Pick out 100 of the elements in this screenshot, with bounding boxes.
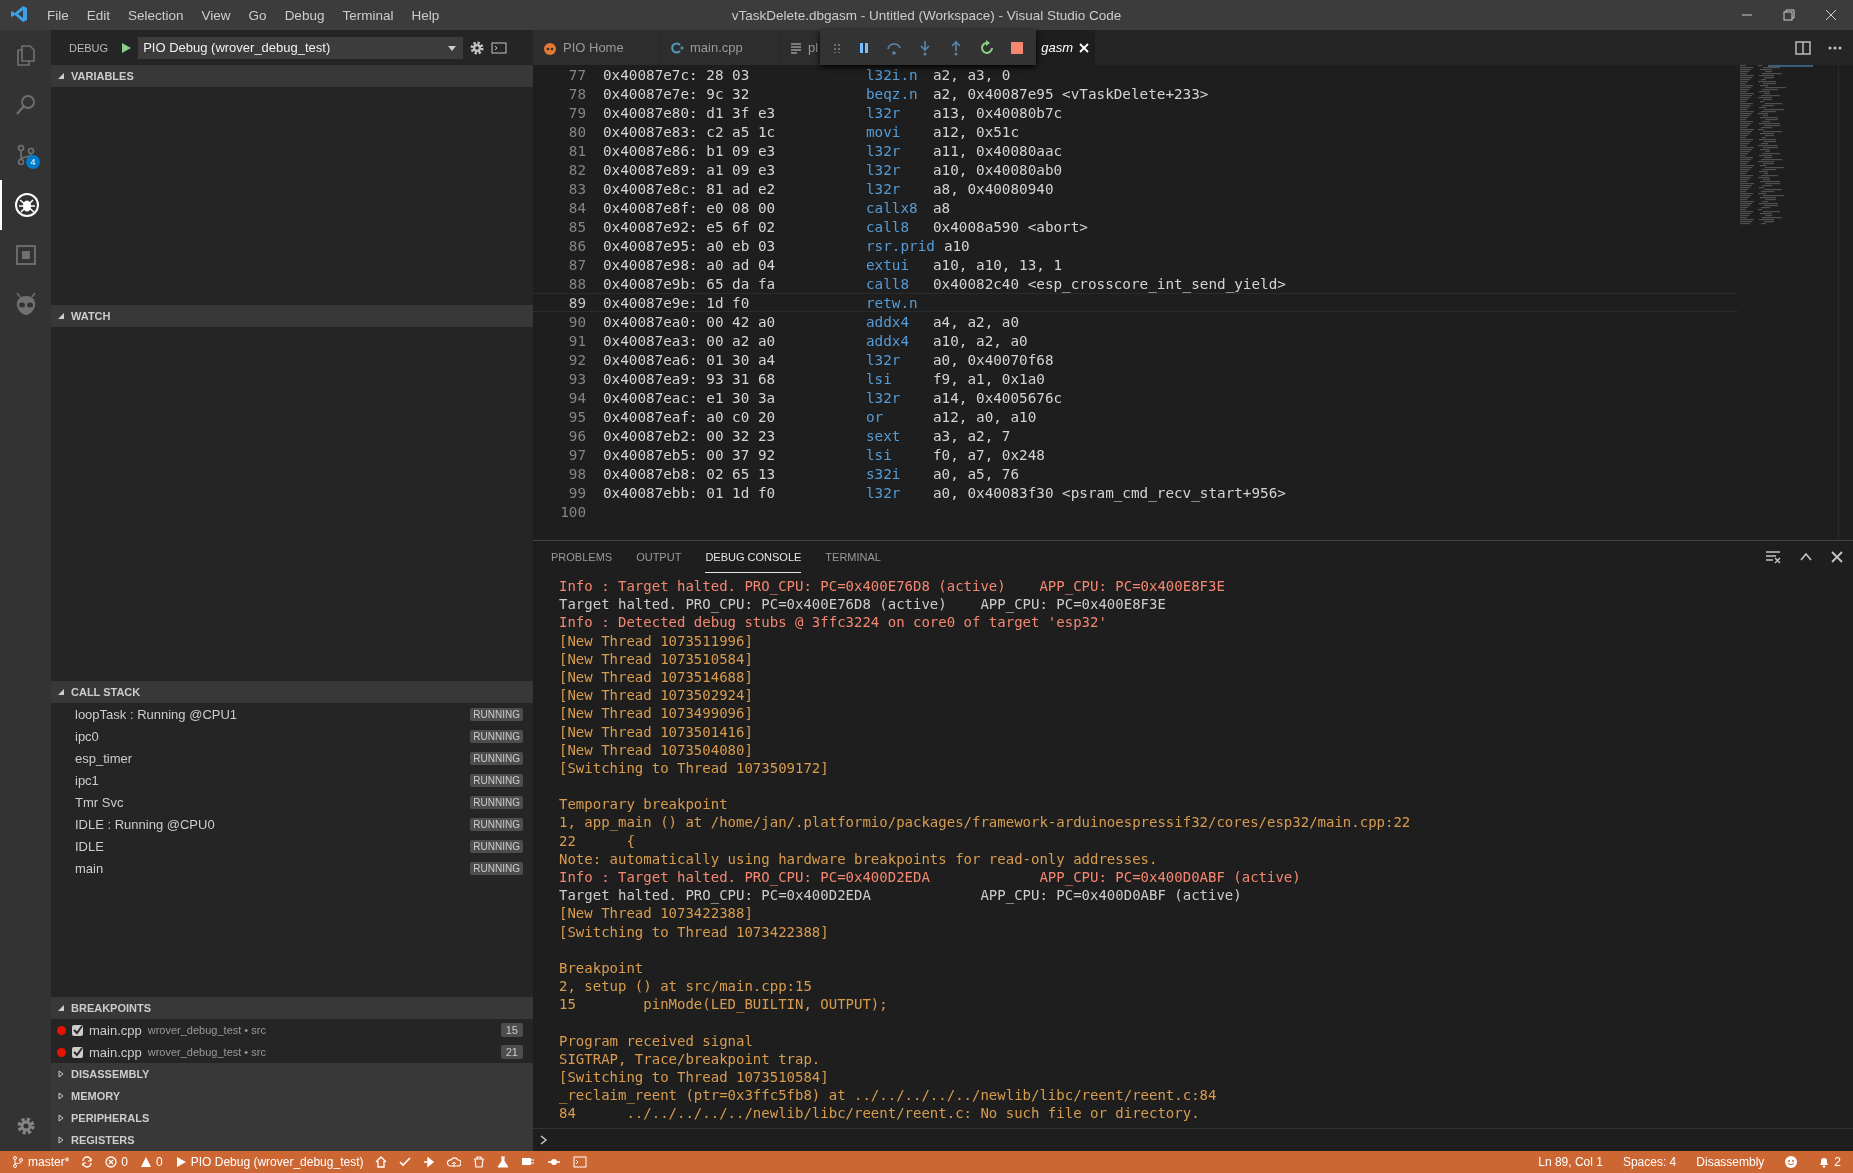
status-item[interactable]: 0 <box>140 1155 163 1169</box>
checkbox[interactable] <box>72 1024 83 1036</box>
thread-item[interactable]: IDLE <box>75 838 471 854</box>
cloud-upload-icon[interactable] <box>447 1155 462 1169</box>
mnemonic: l32r <box>866 351 902 368</box>
smiley-icon[interactable] <box>1784 1155 1799 1169</box>
arrow-right-icon[interactable] <box>423 1156 436 1168</box>
mnemonic: s32i <box>866 465 902 482</box>
operands: f0, a7, 0x248 <box>933 446 1045 463</box>
status-item[interactable]: 0 <box>105 1155 129 1169</box>
split-editor-icon[interactable] <box>1795 39 1811 56</box>
search-icon[interactable] <box>13 93 38 117</box>
play-icon[interactable] <box>120 41 133 54</box>
debug-icon[interactable] <box>13 192 40 218</box>
menu-item[interactable]: Terminal <box>333 7 403 23</box>
status-item[interactable]: master* <box>12 1155 70 1169</box>
panel-tab[interactable]: PROBLEMS <box>551 541 613 573</box>
restart-icon[interactable] <box>979 39 996 56</box>
line-number: 92 <box>567 351 586 368</box>
console-line: Breakpoint <box>559 958 645 978</box>
terminal-icon[interactable] <box>573 1155 588 1169</box>
thread-item[interactable]: esp_timer <box>75 750 471 766</box>
panel-tab[interactable]: OUTPUT <box>636 541 682 573</box>
section-header[interactable]: REGISTERS <box>51 1129 533 1151</box>
mnemonic: lsi <box>866 370 893 387</box>
line-number: 85 <box>567 218 586 235</box>
operands: a2, a3, 0 <box>933 66 1011 83</box>
status-item[interactable]: PIO Debug (wrover_debug_test) <box>174 1155 364 1169</box>
editor-tab[interactable]: pl <box>780 30 820 65</box>
console-line: 15 pinMode(LED_BUILTIN, OUTPUT); <box>559 995 889 1014</box>
line-number: 79 <box>567 104 586 121</box>
section-header[interactable]: PERIPHERALS <box>51 1107 533 1129</box>
address: 0x40087ea6: <box>603 351 698 368</box>
address: 0x40087ebb: <box>603 484 698 501</box>
status-item[interactable]: Spaces: 4 <box>1622 1155 1677 1169</box>
address: 0x40087e7e: <box>603 85 698 102</box>
thread-item[interactable]: IDLE : Running @CPU0 <box>75 816 471 832</box>
section-title: PERIPHERALS <box>71 1112 150 1124</box>
opcode-bytes: 1d f0 <box>706 294 750 311</box>
section-header[interactable]: WATCH <box>51 305 533 327</box>
menu-item[interactable]: View <box>192 7 240 23</box>
editor-tab[interactable]: main.cpp <box>660 30 780 65</box>
editor-tab[interactable]: gasm <box>1036 30 1096 65</box>
text-file-icon <box>790 41 802 54</box>
section-header[interactable]: VARIABLES <box>51 65 533 87</box>
status-item[interactable]: Disassembly <box>1696 1155 1765 1169</box>
sync-icon[interactable] <box>81 1156 94 1168</box>
state-badge: RUNNING <box>470 773 523 787</box>
checkbox[interactable] <box>72 1046 83 1058</box>
configuration-dropdown[interactable]: PIO Debug (wrover_debug_test) <box>138 36 464 59</box>
console-line: [New Thread 1073499096] <box>559 704 754 723</box>
clear-console-icon[interactable] <box>1765 549 1781 565</box>
operands: a3, a2, 7 <box>933 427 1011 444</box>
address: 0x40087e86: <box>603 142 698 159</box>
section-header[interactable]: MEMORY <box>51 1085 533 1107</box>
extensions-icon[interactable] <box>13 243 38 267</box>
menu-item[interactable]: Go <box>239 7 276 23</box>
check-icon[interactable] <box>399 1156 412 1168</box>
thread-item[interactable]: ipc0 <box>75 728 471 744</box>
home-icon[interactable] <box>375 1156 388 1168</box>
address: 0x40087ea0: <box>603 313 698 330</box>
section-header[interactable]: DISASSEMBLY <box>51 1063 533 1085</box>
section-title: REGISTERS <box>71 1134 135 1146</box>
breakpoint-file[interactable]: main.cpp <box>89 1044 142 1060</box>
line-number: 100 <box>559 503 586 520</box>
status-item[interactable]: 2 <box>1818 1155 1841 1169</box>
mnemonic: l32r <box>866 389 902 406</box>
breakpoint-path: wrover_debug_test • src <box>147 1024 267 1036</box>
terminal-icon[interactable] <box>491 39 508 56</box>
operands: a11, 0x40080aac <box>933 142 1063 159</box>
menu-item[interactable]: Help <box>402 7 449 23</box>
breakpoint-file[interactable]: main.cpp <box>89 1022 142 1038</box>
menu-item[interactable]: File <box>38 7 78 23</box>
menu-item[interactable]: Debug <box>275 7 334 23</box>
flask-icon[interactable] <box>497 1156 510 1168</box>
restore-icon[interactable] <box>1783 9 1795 21</box>
sidebar-title: DEBUG <box>69 41 109 54</box>
section-header[interactable]: BREAKPOINTS <box>51 997 533 1019</box>
settings-icon[interactable] <box>469 39 486 56</box>
drag-handle-icon[interactable] <box>831 42 842 53</box>
stop-icon[interactable] <box>1010 40 1025 55</box>
thread-item[interactable]: ipc1 <box>75 772 471 788</box>
operands: a2, 0x40087e95 <vTaskDelete+233> <box>933 85 1209 102</box>
state-badge: RUNNING <box>470 817 523 831</box>
close-icon[interactable] <box>1825 9 1837 21</box>
close-icon[interactable] <box>1831 551 1843 563</box>
opcode-bytes: e1 30 3a <box>706 389 776 406</box>
menu-item[interactable]: Selection <box>119 7 193 23</box>
trash-icon[interactable] <box>473 1156 486 1168</box>
thread-item[interactable]: loopTask : Running @CPU1 <box>75 706 471 722</box>
editor-tab[interactable]: PIO Home <box>533 30 660 65</box>
section-header[interactable]: CALL STACK <box>51 681 533 703</box>
panel-tab[interactable]: TERMINAL <box>825 541 881 573</box>
console-line: Temporary breakpoint <box>559 795 729 814</box>
menu-item[interactable]: Edit <box>77 7 120 23</box>
thread-item[interactable]: main <box>75 860 471 876</box>
thread-item[interactable]: Tmr Svc <box>75 794 471 810</box>
panel-tab[interactable]: DEBUG CONSOLE <box>705 541 802 573</box>
status-item[interactable]: Ln 89, Col 1 <box>1538 1155 1603 1169</box>
step-into-icon[interactable] <box>917 39 933 56</box>
